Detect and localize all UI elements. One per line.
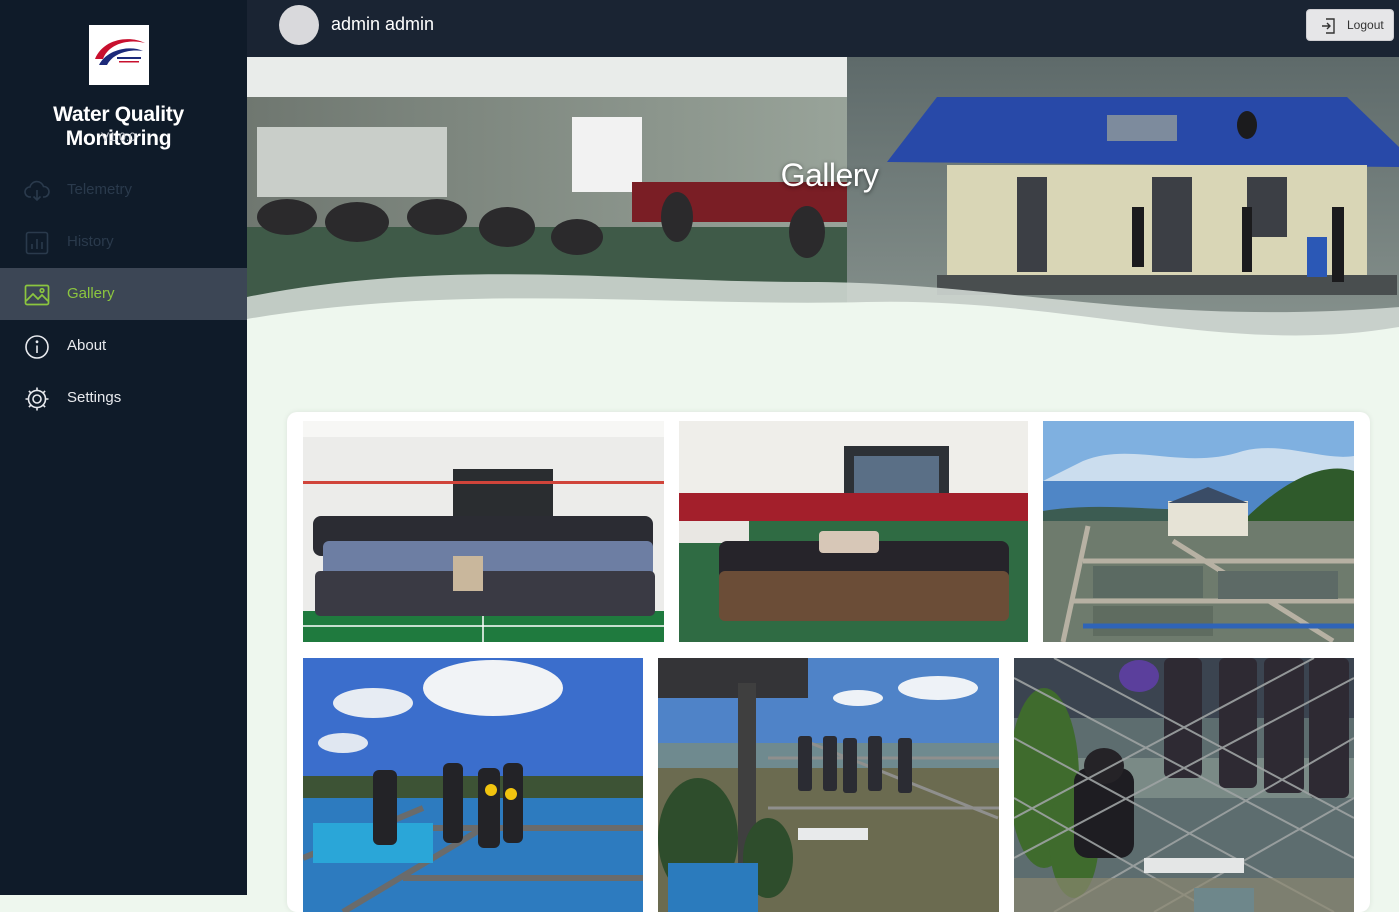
top-bar: admin admin Logout	[247, 0, 1399, 57]
sidebar-item-label: Settings	[67, 389, 122, 406]
app-version: V1.0.0	[101, 130, 136, 144]
hero-photo	[247, 57, 1399, 357]
bar-chart-icon	[25, 231, 49, 255]
logout-label: Logout	[1347, 18, 1384, 32]
avatar[interactable]	[279, 5, 319, 45]
sidebar-item-label: Telemetry	[67, 181, 133, 198]
gallery-photo[interactable]	[1043, 421, 1354, 642]
logout-button[interactable]: Logout	[1306, 9, 1394, 41]
gallery-photo[interactable]	[679, 421, 1028, 642]
sidebar-item-label: Gallery	[67, 285, 115, 302]
logout-icon	[1322, 18, 1335, 34]
app-logo	[89, 25, 149, 85]
gallery-card	[287, 412, 1370, 912]
user-name: admin admin	[331, 14, 435, 34]
info-icon	[25, 335, 49, 359]
sidebar-item-gallery[interactable]: Gallery	[0, 268, 247, 320]
sidebar-item-telemetry[interactable]: Telemetry	[0, 164, 247, 216]
cloud-download-icon	[24, 180, 50, 202]
hero-banner: Gallery	[247, 57, 1399, 357]
sidebar: Water Quality Monitoring V1.0.0 Telemetr…	[0, 0, 247, 895]
sidebar-item-label: About	[67, 337, 107, 354]
page-title: Gallery	[780, 157, 879, 193]
sidebar-item-history[interactable]: History	[0, 216, 247, 268]
gallery-photo[interactable]	[303, 658, 643, 912]
image-icon	[24, 284, 50, 306]
sidebar-item-settings[interactable]: Settings	[0, 372, 247, 424]
gallery-photo[interactable]	[303, 421, 664, 642]
gallery-photo[interactable]	[658, 658, 999, 912]
gear-icon	[25, 387, 49, 411]
sidebar-item-about[interactable]: About	[0, 320, 247, 372]
gallery-photo[interactable]	[1014, 658, 1354, 912]
sidebar-item-label: History	[67, 233, 114, 250]
